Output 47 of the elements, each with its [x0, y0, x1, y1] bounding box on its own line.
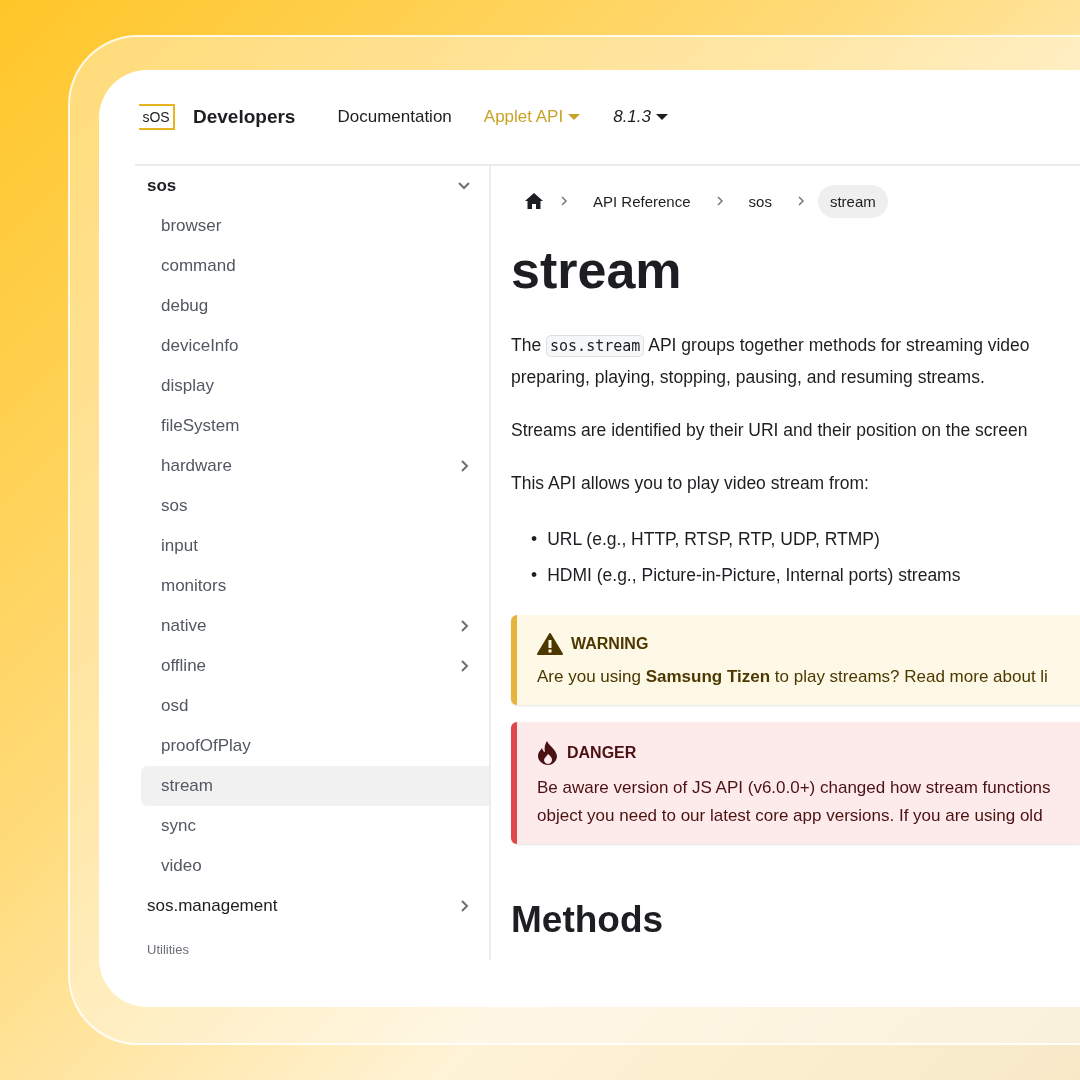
- sidebar-item[interactable]: monitors: [141, 566, 489, 606]
- sidebar-item[interactable]: deviceInfo: [141, 326, 489, 366]
- sidebar-item[interactable]: input: [141, 526, 489, 566]
- breadcrumb[interactable]: sos: [736, 184, 784, 218]
- nav-link[interactable]: Documentation: [337, 107, 452, 127]
- fire-icon: [537, 740, 559, 766]
- breadcrumb[interactable]: API Reference: [581, 184, 703, 218]
- callout-heading: DANGER: [567, 744, 637, 762]
- nav-link[interactable]: 8.1.3: [613, 107, 669, 127]
- paragraph: Streams are identified by their URI and their position on the screen: [511, 419, 1029, 442]
- home-icon[interactable]: [525, 193, 543, 209]
- sidebar-item[interactable]: sos.management: [141, 886, 489, 926]
- callout-text: object you need to our latest core app versions. If you are using old: [537, 805, 1044, 827]
- sidebar-item[interactable]: sync: [141, 806, 489, 846]
- paragraph: The sos.stream API groups together methods for streaming video preparing, playing, stopping, pausing, and resuming streams.: [511, 334, 1031, 389]
- sidebar-item[interactable]: browser: [141, 206, 489, 246]
- callout-heading: WARNING: [571, 635, 649, 653]
- sidebar-item[interactable]: display: [141, 366, 489, 406]
- sidebar-item[interactable]: video: [141, 846, 489, 886]
- sidebar-item[interactable]: hardware: [141, 446, 489, 486]
- breadcrumb[interactable]: stream: [817, 184, 888, 218]
- warning-icon: [537, 633, 563, 655]
- list-item: URL (e.g., HTTP, RTSP, RTP, UDP, RTMP): [547, 528, 880, 550]
- callout-text: Are you using Samsung Tizen to play streams? Read more about li: [537, 666, 1049, 688]
- sidebar-item[interactable]: stream: [141, 766, 489, 806]
- paragraph: This API allows you to play video stream from:: [511, 472, 870, 495]
- sidebar-item[interactable]: sos: [141, 486, 489, 526]
- page-title: stream: [511, 244, 683, 296]
- chevron-icon: [795, 195, 806, 207]
- sidebar-item[interactable]: sos: [141, 166, 489, 206]
- bullet: •: [531, 564, 538, 586]
- chevron-icon: [714, 195, 725, 207]
- bullet: •: [531, 528, 538, 550]
- chevron-icon: [559, 195, 569, 207]
- sidebar-item[interactable]: proofOfPlay: [141, 726, 489, 766]
- sidebar-item[interactable]: debug: [141, 286, 489, 326]
- sidebar-item[interactable]: fileSystem: [141, 406, 489, 446]
- section-heading: Methods: [511, 899, 665, 941]
- list-item: HDMI (e.g., Picture-in-Picture, Internal ports) streams: [547, 564, 961, 586]
- sidebar-item[interactable]: osd: [141, 686, 489, 726]
- sidebar-item[interactable]: offline: [141, 646, 489, 686]
- sidebar-item[interactable]: native: [141, 606, 489, 646]
- logo: sOS: [139, 104, 175, 130]
- sidebar-item[interactable]: command: [141, 246, 489, 286]
- callout-text: Be aware version of JS API (v6.0.0+) changed how stream functions: [537, 777, 1052, 799]
- section-label: Utilities: [146, 941, 190, 957]
- brand-name[interactable]: Developers: [193, 106, 296, 128]
